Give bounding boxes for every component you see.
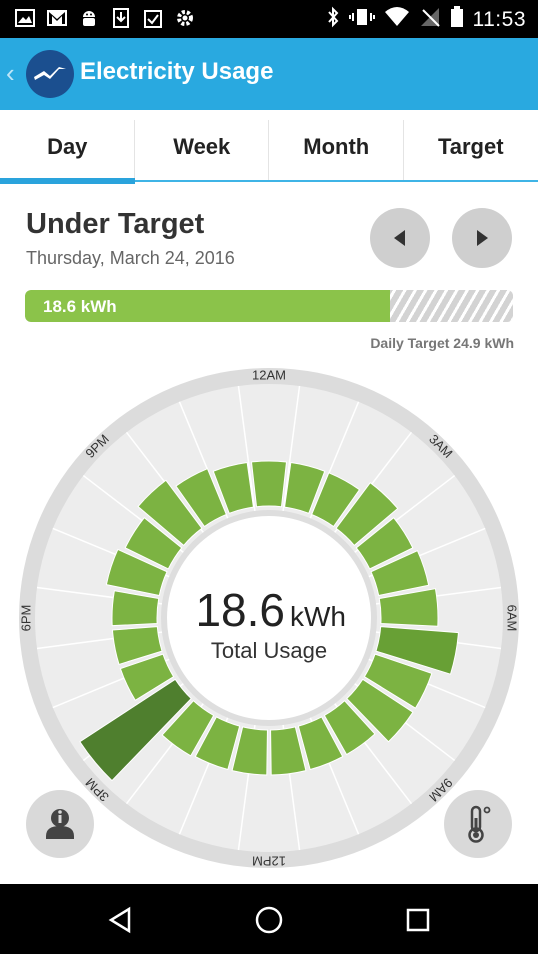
- wifi-icon: [384, 6, 410, 33]
- app-root: 11:53 ‹ Electricity Usage Day Week Month…: [0, 0, 538, 954]
- target-status-title: Under Target: [26, 208, 205, 240]
- hour-label: 6AM: [505, 605, 520, 632]
- home-circle-icon: [255, 906, 283, 934]
- triangle-left-icon: [394, 230, 405, 246]
- back-triangle-icon: [108, 906, 131, 934]
- tab-day-label: Day: [47, 134, 88, 159]
- download-icon: [110, 7, 132, 29]
- tab-week[interactable]: Week: [134, 110, 269, 184]
- current-date: Thursday, March 24, 2016: [26, 248, 235, 268]
- status-bar: 11:53: [0, 0, 538, 38]
- total-usage-label: Total Usage: [211, 638, 327, 663]
- gallery-icon: [14, 7, 36, 29]
- recents-nav-button[interactable]: [398, 902, 438, 938]
- back-chevron-icon[interactable]: ‹: [6, 58, 15, 89]
- usage-progress-bar: 18.6 kWh: [25, 290, 513, 322]
- tab-month[interactable]: Month: [269, 110, 404, 184]
- back-nav-button[interactable]: [100, 902, 140, 938]
- bluetooth-icon: [326, 6, 340, 33]
- gmail-icon: [46, 7, 68, 29]
- thermometer-icon: [468, 805, 491, 843]
- info-user-icon: [46, 809, 74, 839]
- system-nav-bar: [0, 884, 538, 954]
- app-title: Electricity Usage: [80, 58, 274, 85]
- total-usage-value: 18.6: [195, 584, 285, 636]
- previous-day-button[interactable]: [370, 208, 430, 268]
- next-day-button[interactable]: [452, 208, 512, 268]
- info-button[interactable]: [26, 790, 94, 858]
- hour-label: 12PM: [252, 854, 286, 869]
- battery-icon: [450, 6, 464, 33]
- home-nav-button[interactable]: [249, 902, 289, 938]
- android-icon: [78, 7, 100, 29]
- total-usage-unit: kWh: [290, 601, 346, 632]
- dial-center: 18.6 kWh Total Usage: [161, 510, 377, 726]
- hour-label: 6PM: [18, 605, 33, 632]
- clock-time: 11:53: [472, 7, 526, 31]
- tab-target[interactable]: Target: [403, 110, 538, 184]
- period-tabs: Day Week Month Target: [0, 110, 538, 184]
- tab-target-label: Target: [437, 134, 504, 159]
- electricity-logo-icon[interactable]: [26, 50, 74, 98]
- recents-square-icon: [406, 908, 430, 932]
- thermostat-button[interactable]: [444, 790, 512, 858]
- app-bar: ‹ Electricity Usage: [0, 38, 538, 110]
- tab-month-label: Month: [303, 134, 370, 159]
- progress-hatch: [388, 290, 513, 322]
- triangle-right-icon: [477, 230, 488, 246]
- no-signal-icon: [419, 6, 441, 33]
- vibrate-icon: [348, 6, 375, 33]
- clipboard-check-icon: [142, 7, 164, 29]
- usage-amount-label: 18.6 kWh: [43, 297, 117, 316]
- settings-gear-icon: [174, 7, 196, 29]
- tab-week-label: Week: [173, 134, 231, 159]
- hourly-usage-bar: [250, 460, 288, 508]
- hour-label: 12AM: [252, 367, 286, 382]
- daily-target-label: Daily Target 24.9 kWh: [370, 335, 514, 351]
- tab-day[interactable]: Day: [0, 110, 135, 184]
